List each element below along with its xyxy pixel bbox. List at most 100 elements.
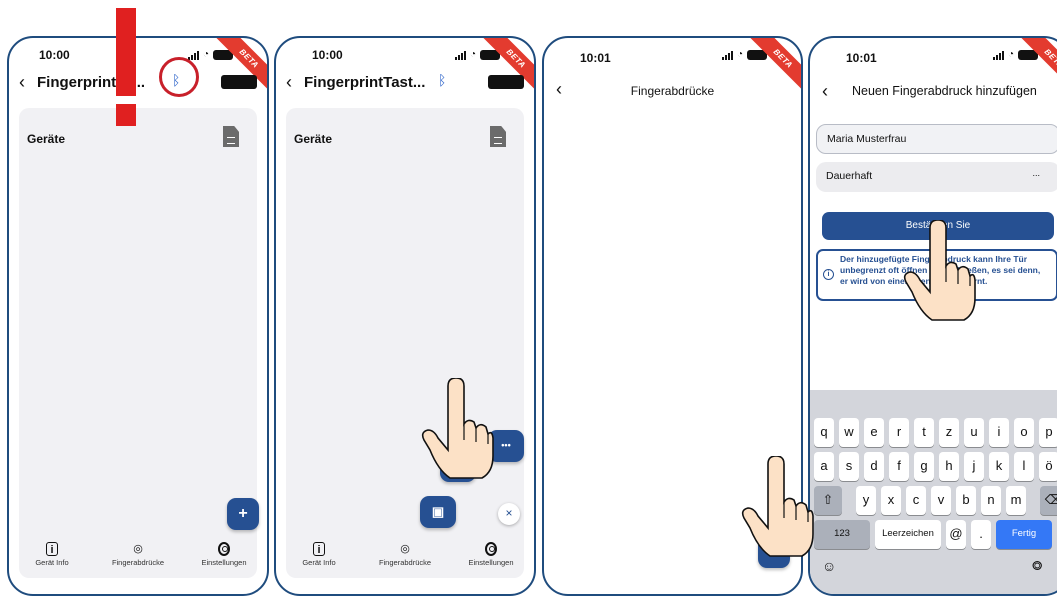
keyboard-row-1: qwertzuiopü	[814, 418, 1057, 447]
status-time: 10:00	[312, 48, 343, 62]
signal-icon	[187, 51, 199, 60]
signal-icon	[454, 51, 466, 60]
tab-label: Fingerabdrücke	[111, 558, 165, 567]
duration-select[interactable]: Dauerhaft ...	[816, 162, 1057, 192]
highlight-ring	[159, 57, 199, 97]
signal-icon	[992, 51, 1004, 60]
key-g[interactable]: g	[914, 452, 934, 481]
status-icons: ◔	[721, 50, 767, 60]
key-m[interactable]: m	[1006, 486, 1026, 515]
key-k[interactable]: k	[989, 452, 1009, 481]
back-icon[interactable]: ‹	[19, 73, 37, 91]
close-button[interactable]: ×	[498, 503, 520, 525]
phone-screen-devices-menu: 10:00 ◔ BETA ‹ FingerprintTast... ᛒ Gerä…	[274, 36, 536, 596]
key-p[interactable]: p	[1039, 418, 1057, 447]
hand-pointer-icon	[741, 456, 814, 557]
back-icon[interactable]: ‹	[286, 73, 304, 91]
tab-settings[interactable]: Einstellungen	[448, 542, 534, 576]
wifi-icon: ◔	[1007, 49, 1014, 60]
tab-device-info[interactable]: i Gerät Info	[9, 542, 95, 576]
keyboard-letters-3: yxcvbnm	[856, 486, 1026, 515]
back-icon[interactable]: ‹	[822, 82, 840, 100]
key-v[interactable]: v	[931, 486, 951, 515]
key-o[interactable]: o	[1014, 418, 1034, 447]
status-icons: ◔	[454, 49, 500, 60]
keyboard-row-3: ⇧ yxcvbnm ⌫	[814, 486, 1057, 515]
tab-label: Einstellungen	[201, 558, 247, 567]
tab-label: Einstellungen	[468, 558, 514, 567]
devices-panel: Geräte	[286, 108, 524, 578]
microphone-icon[interactable]: ⭗	[1032, 558, 1042, 574]
key-c[interactable]: c	[906, 486, 926, 515]
key-i[interactable]: i	[989, 418, 1009, 447]
tab-fingerprints[interactable]: ◎ Fingerabdrücke	[362, 542, 448, 576]
gear-icon	[485, 542, 497, 556]
info-icon: i	[823, 269, 834, 280]
key-j[interactable]: j	[964, 452, 984, 481]
key-s[interactable]: s	[839, 452, 859, 481]
shift-key[interactable]: ⇧	[814, 486, 842, 515]
done-key[interactable]: Fertig	[996, 520, 1052, 549]
backspace-key[interactable]: ⌫	[1040, 486, 1057, 515]
tab-bar: i Gerät Info ◎ Fingerabdrücke Einstellunge…	[276, 542, 534, 576]
page-title: FingerprintTast...	[304, 73, 426, 91]
numbers-key[interactable]: 123	[814, 520, 870, 549]
signal-icon	[721, 51, 733, 60]
info-icon: i	[313, 542, 325, 556]
tab-label: Gerät Info	[35, 558, 69, 567]
gear-icon	[218, 542, 230, 556]
info-icon: i	[46, 542, 58, 556]
keyboard: qwertzuiopü asdfghjklöä ⇧ yxcvbnm ⌫ 123 …	[810, 390, 1057, 594]
hand-pointer-icon	[421, 378, 494, 479]
wifi-icon: ◔	[469, 49, 476, 60]
add-button[interactable]: +	[227, 498, 259, 530]
dot-key[interactable]: .	[971, 520, 991, 549]
phone-screen-devices: 10:00 ◔ BETA ‹ FingerprintTa... ᛒ Geräte…	[7, 36, 269, 596]
key-l[interactable]: l	[1014, 452, 1034, 481]
device-battery-icon	[221, 75, 257, 89]
hand-pointer-icon	[903, 220, 976, 321]
key-x[interactable]: x	[881, 486, 901, 515]
tab-device-info[interactable]: i Gerät Info	[276, 542, 362, 576]
status-time: 10:01	[846, 51, 877, 65]
document-icon[interactable]	[490, 126, 506, 147]
key-a[interactable]: a	[814, 452, 834, 481]
keyboard-row-4: 123 Leerzeichen @ . Fertig	[814, 520, 1052, 549]
key-r[interactable]: r	[889, 418, 909, 447]
status-time: 10:00	[39, 48, 70, 62]
key-b[interactable]: b	[956, 486, 976, 515]
devices-panel: Geräte	[19, 108, 257, 578]
name-input[interactable]: Maria Musterfrau	[816, 124, 1057, 154]
key-y[interactable]: y	[856, 486, 876, 515]
key-u[interactable]: u	[964, 418, 984, 447]
key-n[interactable]: n	[981, 486, 1001, 515]
exclamation-icon	[116, 8, 136, 126]
key-t[interactable]: t	[914, 418, 934, 447]
key-d[interactable]: d	[864, 452, 884, 481]
page-title: Neuen Fingerabdruck hinzufügen	[852, 84, 1037, 98]
key-h[interactable]: h	[939, 452, 959, 481]
page-title: Fingerabdrücke	[630, 84, 715, 98]
more-icon: ...	[1032, 168, 1040, 178]
key-f[interactable]: f	[889, 452, 909, 481]
document-icon[interactable]	[223, 126, 239, 147]
key-z[interactable]: z	[939, 418, 959, 447]
key-w[interactable]: w	[839, 418, 859, 447]
status-time: 10:01	[580, 51, 611, 65]
tab-bar: i Gerät Info ◎ Fingerabdrücke Einstellunge…	[9, 542, 267, 576]
lock-icon: ▣	[431, 504, 445, 519]
key-q[interactable]: q	[814, 418, 834, 447]
fingerprint-icon: ◎	[133, 543, 143, 555]
at-key[interactable]: @	[946, 520, 966, 549]
key-ö[interactable]: ö	[1039, 452, 1057, 481]
lock-fab[interactable]: ▣	[420, 496, 456, 528]
bluetooth-icon[interactable]: ᛒ	[438, 72, 446, 88]
tab-fingerprints[interactable]: ◎ Fingerabdrücke	[95, 542, 181, 576]
fingerprint-icon: ◎	[400, 543, 410, 555]
space-key[interactable]: Leerzeichen	[875, 520, 941, 549]
emoji-icon[interactable]: ☺	[822, 558, 836, 574]
duration-value: Dauerhaft	[826, 170, 873, 182]
key-e[interactable]: e	[864, 418, 884, 447]
tab-settings[interactable]: Einstellungen	[181, 542, 267, 576]
tab-label: Fingerabdrücke	[378, 558, 432, 567]
